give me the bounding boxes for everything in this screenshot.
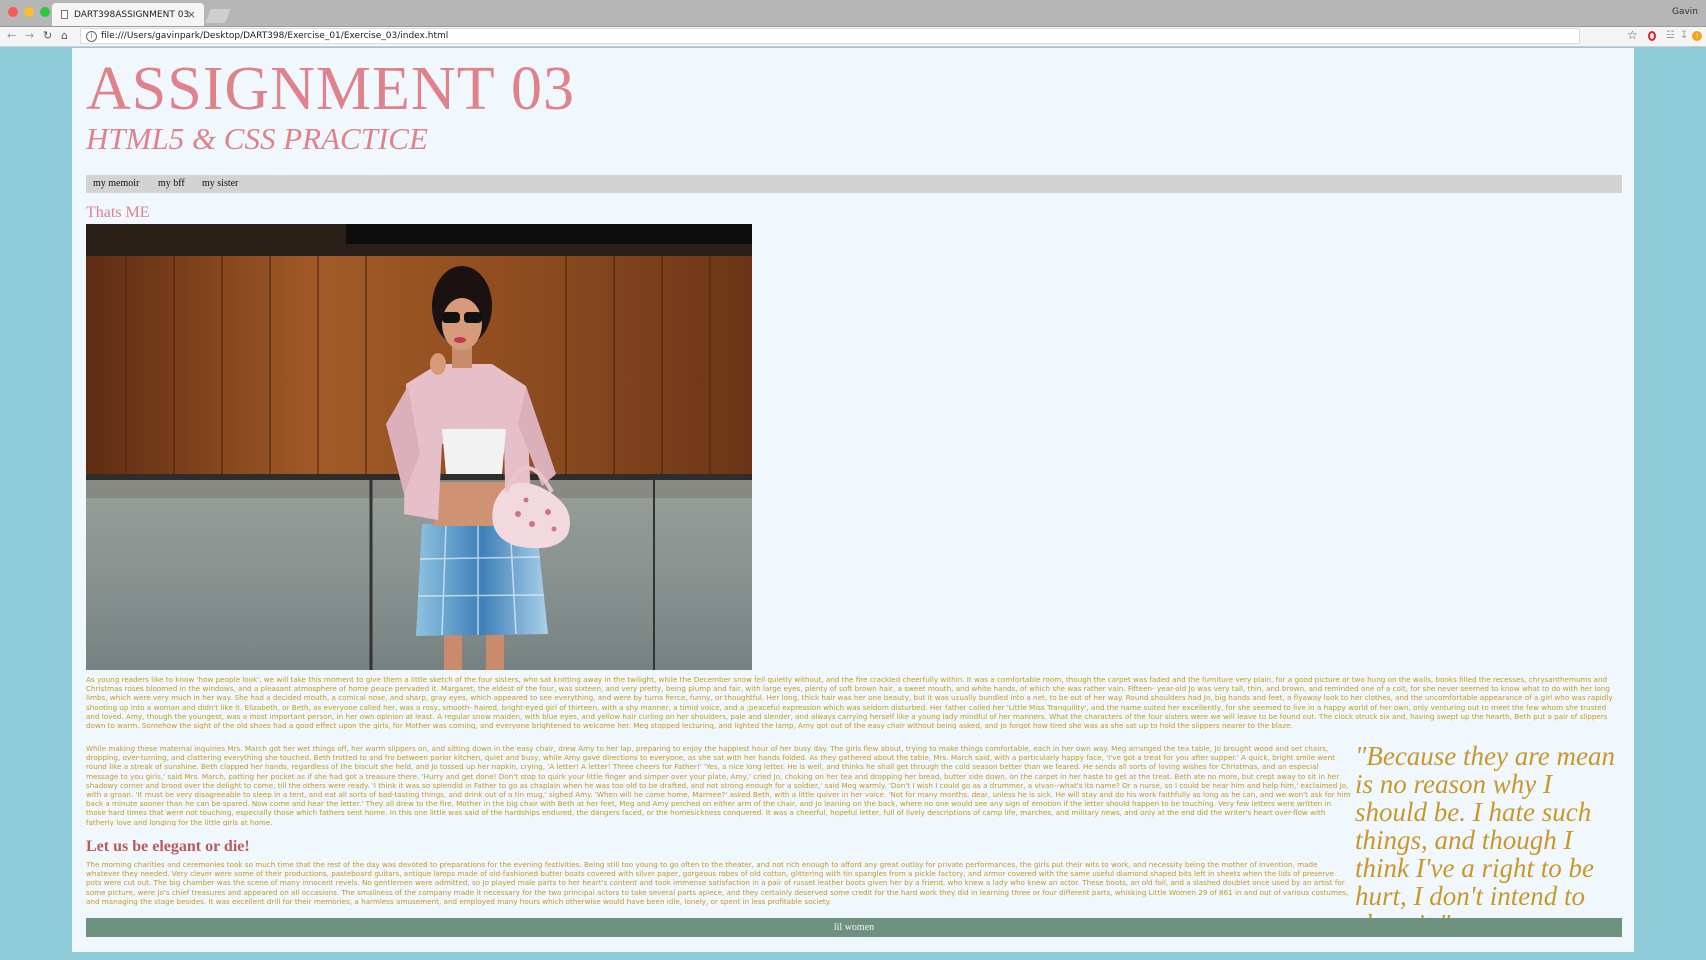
document-icon <box>61 10 68 19</box>
address-bar[interactable]: i file:///Users/gavinpark/Desktop/DART39… <box>80 28 1580 44</box>
back-icon[interactable]: ← <box>7 29 16 42</box>
browser-toolbar: ← → ↻ ⌂ i file:///Users/gavinpark/Deskto… <box>0 27 1706 47</box>
nav-link-my-bff[interactable]: my bff <box>158 178 185 189</box>
url-text[interactable]: file:///Users/gavinpark/Desktop/DART398/… <box>101 31 448 41</box>
home-icon[interactable]: ⌂ <box>61 29 68 42</box>
info-icon[interactable]: i <box>86 31 97 42</box>
pull-quote: "Because they are mean is no reason why … <box>1355 741 1615 938</box>
profile-user-name[interactable]: Gavin <box>1672 7 1698 17</box>
browser-tab[interactable]: DART398ASSIGNMENT 03 × <box>52 3 204 26</box>
memoir-paragraph-1: As young readers like to know 'how peopl… <box>86 675 1613 729</box>
memoir-paragraph-3: The morning charities and ceremonies too… <box>86 860 1349 906</box>
close-tab-icon[interactable]: × <box>187 8 196 21</box>
download-icon[interactable]: ↧ <box>1680 30 1688 41</box>
opera-icon[interactable] <box>1648 31 1656 41</box>
forward-icon[interactable]: → <box>25 29 34 42</box>
close-window-button[interactable] <box>8 7 18 17</box>
extension-icon[interactable]: ☳ <box>1666 30 1675 41</box>
page-content: ASSIGNMENT 03 HTML5 & CSS PRACTICE my me… <box>72 48 1634 952</box>
nav-bar: my memoir my bff my sister <box>86 175 1622 193</box>
section-heading-thats-me: Thats ME <box>86 204 150 221</box>
tab-title: DART398ASSIGNMENT 03 <box>74 10 190 20</box>
reload-icon[interactable]: ↻ <box>43 29 52 42</box>
star-icon[interactable]: ☆ <box>1627 28 1638 42</box>
memoir-paragraph-2: While making these maternal inquiries Mr… <box>86 744 1351 826</box>
section-heading-elegant: Let us be elegant or die! <box>86 838 250 855</box>
page-subtitle: HTML5 & CSS PRACTICE <box>86 121 428 156</box>
portrait-photo <box>86 224 752 670</box>
nav-link-my-memoir[interactable]: my memoir <box>93 178 139 189</box>
new-tab-button[interactable] <box>205 9 231 23</box>
page-footer: lil women <box>86 918 1622 937</box>
browser-titlebar: DART398ASSIGNMENT 03 × Gavin <box>0 0 1706 27</box>
page-title: ASSIGNMENT 03 <box>86 55 575 123</box>
minimize-window-button[interactable] <box>24 7 34 17</box>
notification-icon[interactable]: ! <box>1692 31 1702 41</box>
zoom-window-button[interactable] <box>40 7 50 17</box>
nav-link-my-sister[interactable]: my sister <box>202 178 238 189</box>
